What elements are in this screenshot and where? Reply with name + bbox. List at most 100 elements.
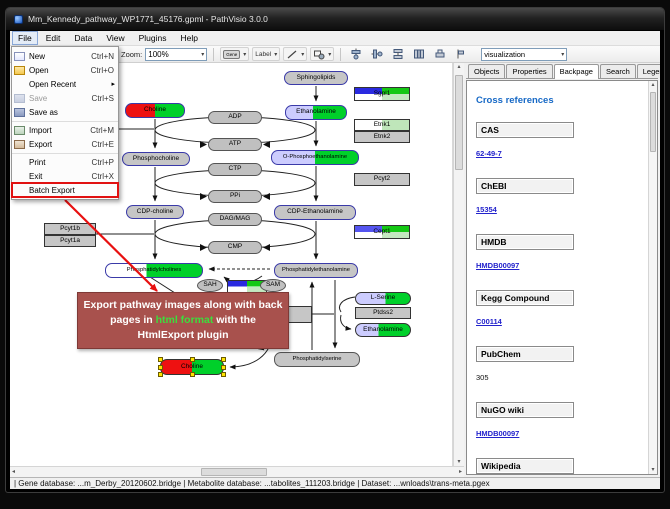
save-icon (14, 94, 25, 103)
title-bar: Mm_Kennedy_pathway_WP1771_45176.gpml - P… (6, 8, 664, 30)
xref-source-header: CAS (476, 122, 574, 138)
xref-value-link[interactable]: HMDB00097 (476, 429, 519, 438)
menu-edit[interactable]: Edit (40, 31, 67, 45)
file-menu-item-open[interactable]: Open Ctrl+O (12, 63, 118, 77)
chevron-down-icon: ▾ (201, 51, 204, 58)
file-menu-item-new[interactable]: New Ctrl+N (12, 49, 118, 63)
label-tool-text: Label (255, 51, 271, 58)
canvas-vertical-scrollbar[interactable]: ▴ ▾ (453, 63, 464, 466)
file-menu-item-save[interactable]: Save Ctrl+S (12, 91, 118, 105)
shape-tool[interactable]: ▾ (310, 47, 334, 61)
common-size-icon (434, 48, 446, 60)
file-menu-item-save-as[interactable]: Save as (12, 105, 118, 119)
menu-plugins[interactable]: Plugins (133, 31, 173, 45)
toolbar-separator (340, 48, 341, 61)
stack-horizontal-button[interactable] (410, 47, 428, 61)
align-center-x-icon (350, 48, 362, 60)
scroll-up-icon[interactable]: ▴ (649, 81, 656, 89)
xref-section-nugo-wiki: NuGO wiki HMDB00097 (476, 402, 641, 441)
window-title: Mm_Kennedy_pathway_WP1771_45176.gpml - P… (28, 14, 268, 24)
open-folder-icon (14, 66, 25, 75)
app-icon (14, 15, 23, 24)
file-menu-item-exit[interactable]: Exit Ctrl+X (12, 169, 118, 183)
screenshot-stage: Mm_Kennedy_pathway_WP1771_45176.gpml - P… (0, 0, 670, 509)
zoom-label: Zoom: (121, 50, 142, 59)
menu-view[interactable]: View (100, 31, 130, 45)
xref-sections: CAS 62-49-7 ChEBI 15354 HMDB HMDB00097 K… (476, 122, 641, 475)
scroll-right-icon[interactable]: ▸ (457, 468, 464, 476)
visualization-value: visualization (484, 50, 525, 59)
align-edge-button[interactable] (452, 47, 470, 61)
xref-value-link[interactable]: 305 (476, 373, 489, 382)
line-icon (286, 49, 298, 60)
stack-horizontal-icon (413, 48, 425, 60)
xref-value-link[interactable]: C00114 (476, 317, 502, 326)
backpage-panel: Cross references CAS 62-49-7 ChEBI 15354… (466, 80, 658, 475)
gene-node-icon: Gene (223, 50, 240, 59)
file-menu-item-export[interactable]: Export Ctrl+E (12, 137, 118, 151)
align-center-y-icon (371, 48, 383, 60)
xref-section-pubchem: PubChem 305 (476, 346, 641, 385)
toolbar-separator (213, 48, 214, 61)
xref-source-header: PubChem (476, 346, 574, 362)
xref-source-header: Kegg Compound (476, 290, 574, 306)
chevron-down-icon: ▾ (243, 51, 246, 58)
menu-file[interactable]: File (12, 31, 38, 45)
cross-references-heading: Cross references (476, 95, 641, 106)
horizontal-scroll-thumb[interactable] (201, 468, 267, 476)
import-icon (14, 126, 25, 135)
file-menu-item-open-recent[interactable]: Open Recent (12, 77, 118, 91)
stack-vertical-icon (392, 48, 404, 60)
tab-objects[interactable]: Objects (468, 64, 505, 78)
app-window: Mm_Kennedy_pathway_WP1771_45176.gpml - P… (5, 7, 665, 493)
xref-source-header: Wikipedia (476, 458, 574, 474)
stack-vertical-button[interactable] (389, 47, 407, 61)
tab-search[interactable]: Search (600, 64, 636, 78)
xref-section-cas: CAS 62-49-7 (476, 122, 641, 161)
xref-section-chebi: ChEBI 15354 (476, 178, 641, 217)
chevron-down-icon: ▾ (561, 51, 564, 58)
visualization-combobox[interactable]: visualization ▾ (481, 48, 567, 61)
xref-source-header: NuGO wiki (476, 402, 574, 418)
scroll-up-icon[interactable]: ▴ (455, 63, 462, 71)
align-center-x-button[interactable] (347, 47, 365, 61)
align-center-y-button[interactable] (368, 47, 386, 61)
file-menu-item-batch-export[interactable]: Batch Export (12, 183, 118, 197)
new-file-icon (14, 52, 25, 61)
panel-scroll-thumb[interactable] (650, 92, 656, 152)
scroll-left-icon[interactable]: ◂ (10, 468, 17, 476)
scroll-down-icon[interactable]: ▾ (455, 458, 462, 466)
canvas-horizontal-scrollbar[interactable]: ◂ ▸ (10, 466, 464, 477)
tab-properties[interactable]: Properties (506, 64, 552, 78)
xref-value-link[interactable]: 15354 (476, 205, 497, 214)
label-tool[interactable]: Label ▾ (252, 47, 280, 61)
shape-icon (313, 49, 325, 60)
file-menu-item-import[interactable]: Import Ctrl+M (12, 123, 118, 137)
menu-help[interactable]: Help (175, 31, 204, 45)
status-bar: | Gene database: ...m_Derby_20120602.bri… (10, 477, 660, 489)
xref-section-wikipedia: Wikipedia Choline (476, 458, 641, 475)
align-edge-icon (455, 48, 467, 60)
scroll-down-icon[interactable]: ▾ (649, 466, 656, 474)
xref-source-header: HMDB (476, 234, 574, 250)
xref-value-link[interactable]: HMDB00097 (476, 261, 519, 270)
tab-legend[interactable]: Legend (637, 64, 660, 78)
xref-value-link[interactable]: 62-49-7 (476, 149, 502, 158)
tab-backpage[interactable]: Backpage (554, 64, 599, 79)
vertical-scroll-thumb[interactable] (455, 75, 463, 170)
chevron-down-icon: ▾ (301, 51, 304, 58)
xref-source-header: ChEBI (476, 178, 574, 194)
common-size-button[interactable] (431, 47, 449, 61)
menu-data[interactable]: Data (68, 31, 98, 45)
zoom-combobox[interactable]: 100% ▾ (145, 48, 207, 61)
file-menu-item-print[interactable]: Print Ctrl+P (12, 155, 118, 169)
menu-bar: FileEditDataViewPluginsHelp (10, 31, 660, 46)
xref-section-hmdb: HMDB HMDB00097 (476, 234, 641, 273)
zoom-value: 100% (148, 50, 168, 59)
chevron-down-icon: ▾ (274, 51, 277, 58)
panel-scrollbar[interactable]: ▴ ▾ (648, 81, 657, 474)
line-tool[interactable]: ▾ (283, 47, 307, 61)
export-icon (14, 140, 25, 149)
xref-section-kegg-compound: Kegg Compound C00114 (476, 290, 641, 329)
gene-node-tool[interactable]: Gene ▾ (220, 47, 249, 61)
